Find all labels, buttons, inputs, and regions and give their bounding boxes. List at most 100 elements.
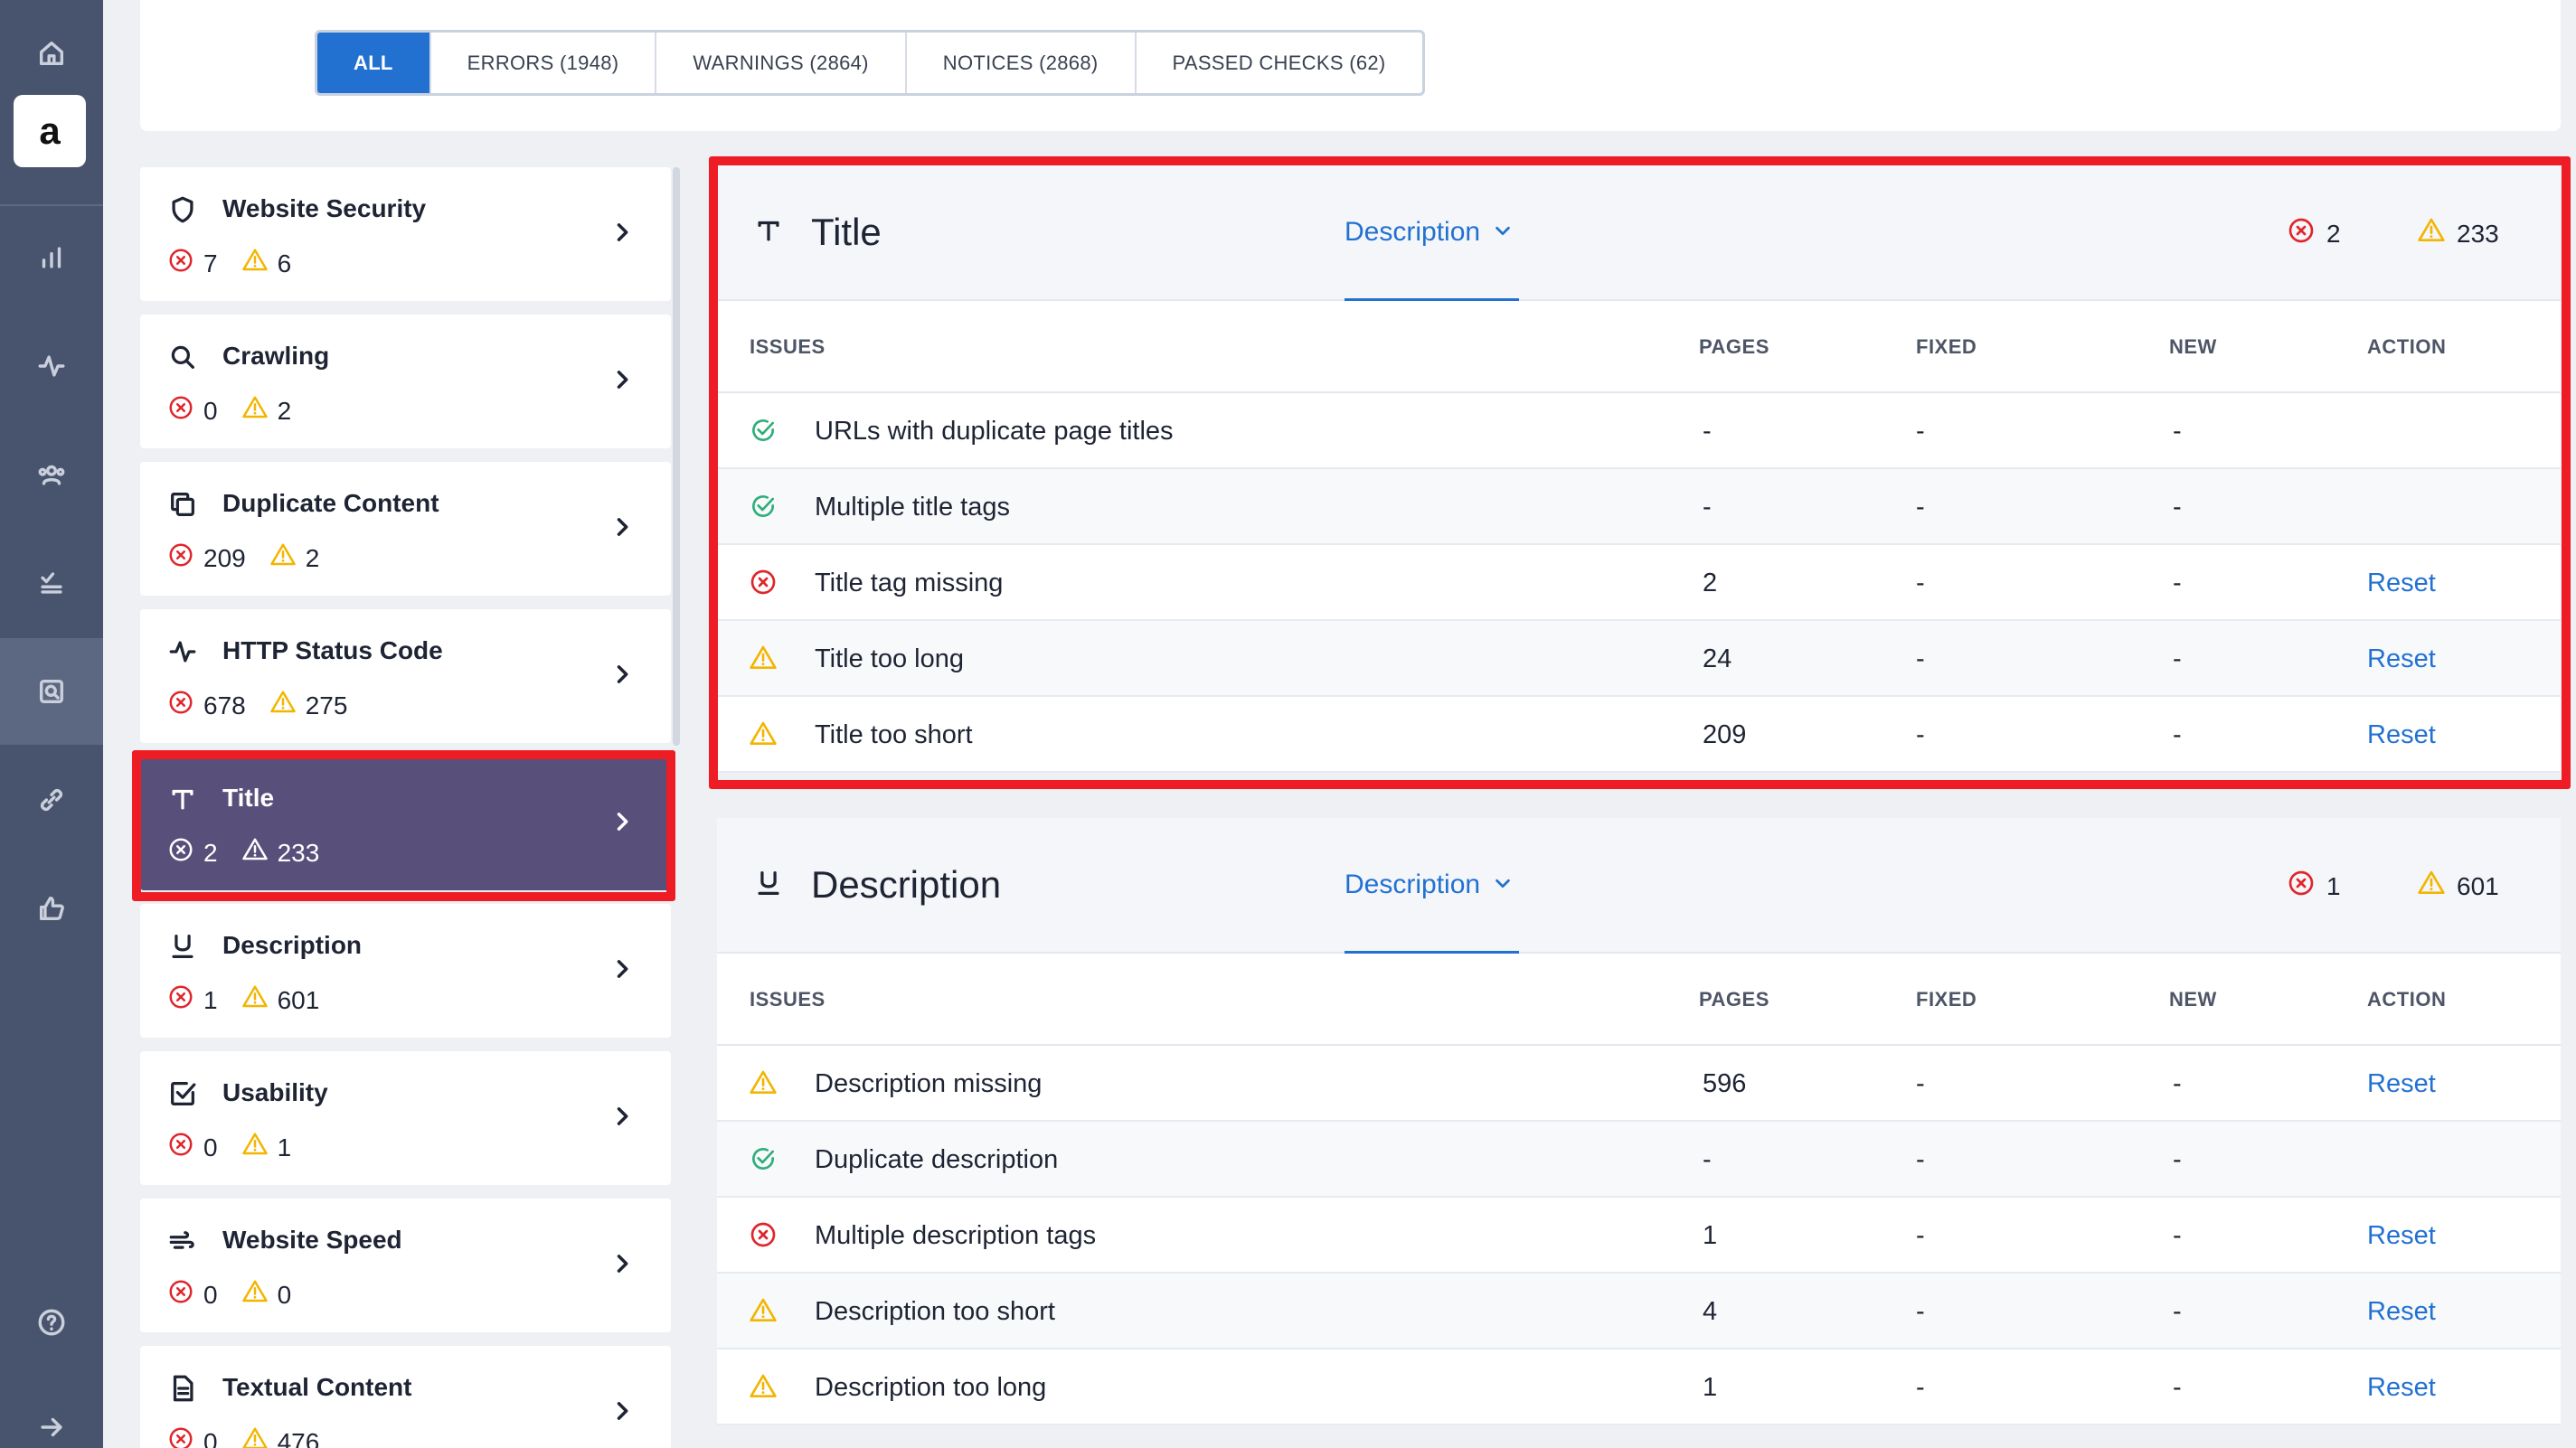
- pages-count[interactable]: 1: [1703, 1221, 1717, 1251]
- panel-header: Title Description 2 233: [717, 165, 2561, 301]
- category-item-website-security[interactable]: Website Security 7 6: [140, 167, 671, 301]
- underline-icon: [753, 868, 784, 903]
- pages-count: -: [1703, 493, 1712, 522]
- category-counts: 0 2: [167, 394, 315, 428]
- warning-icon: [241, 1278, 269, 1312]
- pages-count[interactable]: 4: [1703, 1297, 1717, 1327]
- warning-icon: [749, 1372, 778, 1406]
- chevron-right-icon: [609, 1251, 635, 1281]
- tab-passed-checks[interactable]: PASSED CHECKS (62): [1137, 33, 1422, 93]
- error-count: 0: [203, 396, 218, 425]
- warning-count: 233: [2457, 219, 2499, 248]
- reset-link[interactable]: Reset: [2367, 644, 2436, 674]
- new-count: -: [2173, 720, 2182, 749]
- issue-row[interactable]: Title too long 24 - - Reset: [717, 621, 2561, 697]
- chevron-right-icon: [609, 956, 635, 986]
- error-icon: [167, 394, 194, 428]
- issue-name[interactable]: Title too short: [815, 720, 973, 750]
- category-item-crawling[interactable]: Crawling 0 2: [140, 315, 671, 448]
- category-item-usability[interactable]: Usability 0 1: [140, 1051, 671, 1185]
- checklist-icon[interactable]: [0, 530, 103, 636]
- issue-name[interactable]: Description too short: [815, 1297, 1055, 1327]
- issue-row[interactable]: Description missing 596 - - Reset: [717, 1046, 2561, 1122]
- issue-name[interactable]: Description too long: [815, 1373, 1046, 1403]
- pages-count[interactable]: 596: [1703, 1069, 1746, 1099]
- issue-panel-title: Title Description 2 233 ISSUES PAGES FIX…: [717, 165, 2561, 773]
- pages-count[interactable]: 2: [1703, 569, 1717, 598]
- category-item-textual-content[interactable]: Textual Content 0 476: [140, 1346, 671, 1448]
- home-icon[interactable]: [0, 0, 103, 107]
- warning-count: 1: [277, 1133, 292, 1161]
- category-item-http-status-code[interactable]: HTTP Status Code 678 275: [140, 609, 671, 743]
- description-dropdown[interactable]: Description: [1345, 818, 1519, 954]
- thumbs-up-icon[interactable]: [0, 855, 103, 962]
- new-count: -: [2173, 644, 2182, 673]
- issue-row[interactable]: Title tag missing 2 - - Reset: [717, 545, 2561, 621]
- new-count: -: [2173, 1373, 2182, 1402]
- tab-warnings[interactable]: WARNINGS (2864): [656, 33, 907, 93]
- reset-link[interactable]: Reset: [2367, 1069, 2436, 1099]
- issue-name[interactable]: URLs with duplicate page titles: [815, 417, 1174, 447]
- error-count: 0: [203, 1133, 218, 1161]
- description-dropdown[interactable]: Description: [1345, 165, 1519, 301]
- reset-link[interactable]: Reset: [2367, 1221, 2436, 1251]
- pages-count: -: [1703, 1145, 1712, 1174]
- col-issues: ISSUES: [750, 988, 826, 1011]
- warning-icon: [749, 719, 778, 753]
- chevron-right-icon: [609, 662, 635, 691]
- panel-warning-count: 601: [2417, 869, 2499, 904]
- warning-count: 275: [305, 691, 348, 719]
- pages-count[interactable]: 1: [1703, 1373, 1717, 1403]
- passed-check-icon: [749, 1144, 778, 1178]
- warning-icon: [749, 1296, 778, 1330]
- issue-row[interactable]: Title too short 209 - - Reset: [717, 697, 2561, 773]
- error-icon: [167, 541, 194, 575]
- pulse-icon[interactable]: [0, 313, 103, 419]
- link-icon[interactable]: [0, 747, 103, 853]
- issue-row[interactable]: Description too long 1 - - Reset: [717, 1349, 2561, 1425]
- issue-name[interactable]: Title too long: [815, 644, 964, 674]
- issue-row[interactable]: Multiple description tags 1 - - Reset: [717, 1198, 2561, 1274]
- help-icon[interactable]: [0, 1269, 103, 1376]
- tab-errors[interactable]: ERRORS (1948): [431, 33, 657, 93]
- chevron-right-icon: [609, 367, 635, 397]
- fixed-count: -: [1916, 1069, 1925, 1098]
- error-icon: [167, 247, 194, 280]
- tab-all[interactable]: ALL: [317, 33, 431, 93]
- reset-link[interactable]: Reset: [2367, 1297, 2436, 1327]
- issue-row[interactable]: URLs with duplicate page titles - - -: [717, 393, 2561, 469]
- col-fixed: FIXED: [1916, 988, 1977, 1011]
- reset-link[interactable]: Reset: [2367, 1373, 2436, 1403]
- issue-row[interactable]: Description too short 4 - - Reset: [717, 1274, 2561, 1349]
- issue-name[interactable]: Description missing: [815, 1069, 1042, 1099]
- shield-icon: [167, 194, 198, 225]
- table-header: ISSUES PAGES FIXED NEW ACTION: [717, 301, 2561, 393]
- category-item-website-speed[interactable]: Website Speed 0 0: [140, 1199, 671, 1332]
- issue-name[interactable]: Duplicate description: [815, 1145, 1058, 1175]
- category-item-duplicate-content[interactable]: Duplicate Content 209 2: [140, 462, 671, 596]
- reset-link[interactable]: Reset: [2367, 569, 2436, 598]
- issue-name[interactable]: Title tag missing: [815, 569, 1003, 598]
- issue-name[interactable]: Multiple title tags: [815, 493, 1010, 522]
- project-logo[interactable]: a: [14, 95, 86, 167]
- issue-row[interactable]: Multiple title tags - - -: [717, 469, 2561, 545]
- users-icon[interactable]: [0, 421, 103, 528]
- error-count: 1: [2326, 871, 2341, 900]
- issue-name[interactable]: Multiple description tags: [815, 1221, 1096, 1251]
- error-icon: [2287, 216, 2316, 251]
- table-body: URLs with duplicate page titles - - - Mu…: [717, 393, 2561, 773]
- pages-count[interactable]: 209: [1703, 720, 1746, 750]
- category-scrollbar[interactable]: [673, 167, 680, 746]
- arrow-right-icon[interactable]: [0, 1374, 103, 1448]
- pages-count[interactable]: 24: [1703, 644, 1731, 674]
- category-item-description[interactable]: Description 1 601: [140, 904, 671, 1038]
- tab-notices[interactable]: NOTICES (2868): [907, 33, 1137, 93]
- reset-link[interactable]: Reset: [2367, 720, 2436, 750]
- issue-row[interactable]: Duplicate description - - -: [717, 1122, 2561, 1198]
- site-audit-icon[interactable]: [0, 638, 103, 745]
- category-counts: 1 601: [167, 983, 343, 1017]
- bar-chart-icon[interactable]: [0, 204, 103, 311]
- error-count: 7: [203, 249, 218, 277]
- warning-icon: [2417, 869, 2446, 904]
- chevron-right-icon: [609, 1104, 635, 1133]
